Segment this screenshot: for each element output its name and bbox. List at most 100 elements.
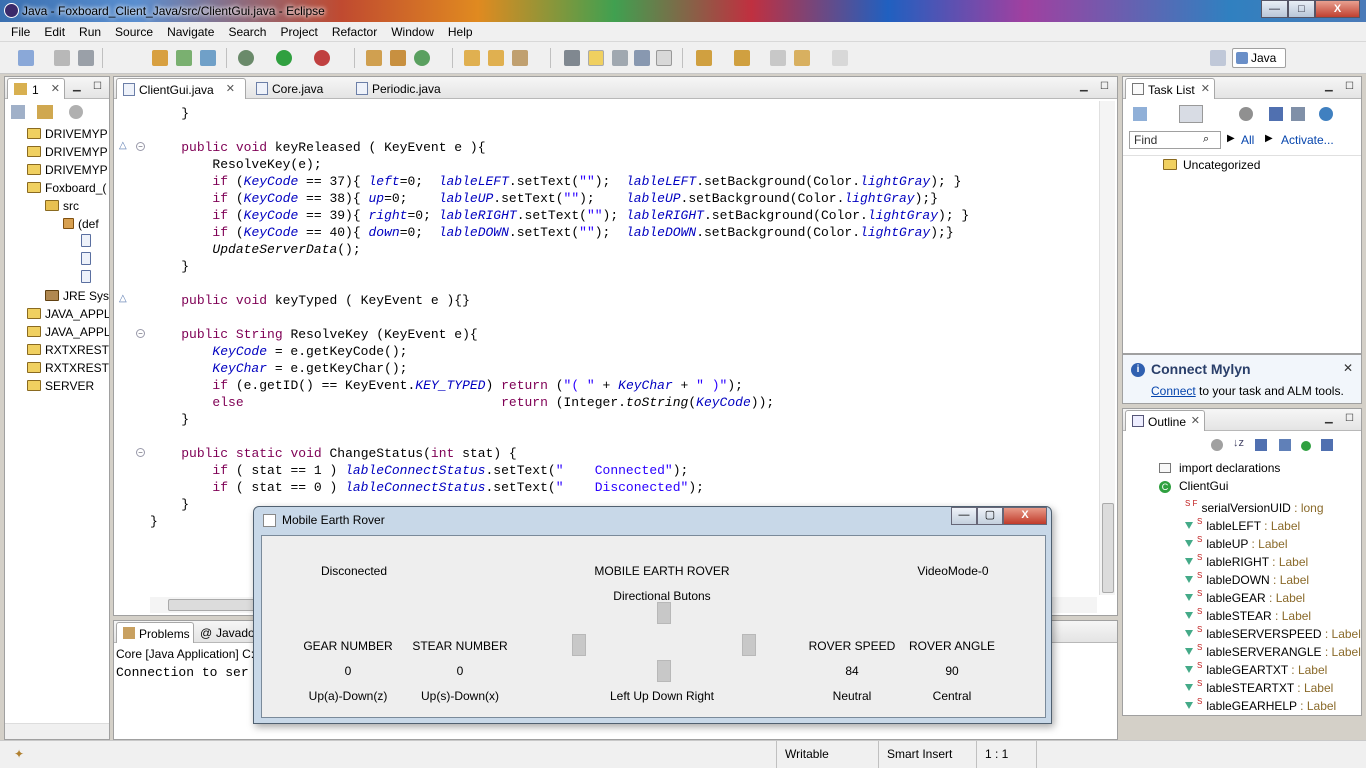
menu-file[interactable]: File — [4, 25, 37, 39]
outline-item[interactable]: SlableGEARTXT : Label — [1185, 657, 1327, 677]
tree-item[interactable]: RXTXREST3 — [27, 359, 109, 377]
minimize-icon[interactable]: ▁ — [1325, 413, 1333, 424]
outline-item[interactable]: SlableRIGHT : Label — [1185, 549, 1308, 569]
right-button[interactable] — [742, 634, 756, 656]
outline-item[interactable]: SlableGEARHELP : Label — [1185, 693, 1336, 713]
highlight-icon[interactable] — [588, 50, 604, 66]
block-selection-icon[interactable] — [634, 50, 650, 66]
tree-item[interactable] — [81, 251, 109, 269]
close-button[interactable]: X — [1003, 507, 1047, 525]
tree-item[interactable]: Foxboard_( — [27, 179, 109, 197]
back-icon[interactable] — [794, 50, 810, 66]
close-icon[interactable]: ✕ — [1201, 82, 1210, 95]
close-icon[interactable]: ✕ — [226, 82, 235, 95]
sync-icon[interactable] — [414, 50, 430, 66]
close-icon[interactable]: ✕ — [1343, 361, 1353, 375]
outline-item[interactable]: SlableUP : Label — [1185, 531, 1288, 551]
new-icon[interactable] — [18, 50, 34, 66]
tree-item[interactable]: (def — [63, 215, 109, 233]
outline-item[interactable]: C ClientGui — [1159, 477, 1228, 495]
tree-item[interactable]: JAVA_APPL — [27, 305, 109, 323]
tree-item[interactable] — [81, 269, 109, 287]
outline-item[interactable]: SlableLEFT : Label — [1185, 513, 1300, 533]
minimize-icon[interactable]: ▁ — [1325, 81, 1333, 92]
outline-item[interactable]: SlableDOWN : Label — [1185, 567, 1309, 587]
menu-source[interactable]: Source — [108, 25, 160, 39]
new-class-icon[interactable] — [200, 50, 216, 66]
open-type-icon[interactable] — [366, 50, 382, 66]
connect-link[interactable]: Connect — [1151, 384, 1196, 398]
tab-task-list[interactable]: Task List ✕ — [1125, 78, 1215, 99]
outline-item[interactable]: import declarations — [1159, 459, 1280, 477]
vertical-scrollbar[interactable] — [1099, 101, 1115, 595]
tab-clientgui[interactable]: ClientGui.java ✕ — [116, 78, 246, 99]
search-icon[interactable] — [564, 50, 580, 66]
tab-package-explorer[interactable]: 1 ✕ — [7, 78, 65, 99]
close-button[interactable]: X — [1315, 0, 1360, 18]
outline-item[interactable]: SlableSERVERANGLE : Label — [1185, 639, 1361, 659]
menu-run[interactable]: Run — [72, 25, 108, 39]
collapse-all-icon[interactable] — [11, 105, 25, 119]
maximize-button[interactable]: □ — [1288, 0, 1315, 18]
outline-item[interactable]: SlableSTEARTXT : Label — [1185, 675, 1333, 695]
menu-window[interactable]: Window — [384, 25, 441, 39]
maximize-icon[interactable]: ☐ — [93, 81, 102, 92]
debug-icon[interactable] — [238, 50, 254, 66]
tab-core[interactable]: Core.java — [250, 78, 350, 99]
prev-annotation-icon[interactable] — [734, 50, 750, 66]
outline-item[interactable]: SlableSERVERSPEED : Label — [1185, 621, 1361, 641]
tree-item[interactable]: DRIVEMYP — [27, 125, 109, 143]
all-link[interactable]: All — [1241, 133, 1254, 147]
fold-icon[interactable]: − — [136, 142, 145, 151]
link-editor-icon[interactable] — [37, 105, 53, 119]
menu-navigate[interactable]: Navigate — [160, 25, 221, 39]
new-project-icon[interactable] — [152, 50, 168, 66]
external-tools-icon[interactable] — [314, 50, 330, 66]
print-icon[interactable] — [78, 50, 94, 66]
maximize-icon[interactable]: ☐ — [1100, 81, 1109, 92]
console-output[interactable]: Connection to ser — [116, 665, 249, 680]
menu-search[interactable]: Search — [221, 25, 273, 39]
outline-item[interactable]: SlableSTEAR : Label — [1185, 603, 1311, 623]
hide-nonpublic-icon[interactable] — [1301, 441, 1311, 451]
fast-view-icon[interactable]: ✦ — [14, 747, 24, 761]
activate-link[interactable]: Activate... — [1281, 133, 1334, 147]
pen-icon[interactable] — [512, 50, 528, 66]
menu-help[interactable]: Help — [441, 25, 480, 39]
menu-edit[interactable]: Edit — [37, 25, 72, 39]
new-task-icon[interactable] — [1133, 107, 1147, 121]
next-annotation-icon[interactable] — [696, 50, 712, 66]
show-whitespace-icon[interactable] — [656, 50, 672, 66]
minimize-button[interactable]: — — [951, 507, 977, 525]
minimize-icon[interactable]: ▁ — [73, 81, 81, 92]
fold-icon[interactable]: − — [136, 329, 145, 338]
tree-item[interactable]: RXTXREST2 — [27, 341, 109, 359]
tree-item[interactable]: JRE Sys — [45, 287, 109, 305]
forward-icon[interactable] — [832, 50, 848, 66]
maximize-button[interactable]: ▢ — [977, 507, 1003, 525]
minimize-icon[interactable]: ▁ — [1080, 81, 1088, 92]
hide-static-icon[interactable] — [1279, 439, 1291, 451]
tree-item[interactable]: DRIVEMYP — [27, 143, 109, 161]
menu-project[interactable]: Project — [273, 25, 324, 39]
collapse-all-icon[interactable] — [1291, 107, 1305, 121]
tree-item[interactable]: SERVER — [27, 377, 109, 395]
down-button[interactable] — [657, 660, 671, 682]
tab-outline[interactable]: Outline ✕ — [1125, 410, 1205, 431]
new-package-icon[interactable] — [176, 50, 192, 66]
up-button[interactable] — [657, 602, 671, 624]
open-file-icon[interactable] — [488, 50, 504, 66]
run-icon[interactable] — [276, 50, 292, 66]
open-folder-icon[interactable] — [464, 50, 480, 66]
filter-icon[interactable] — [1269, 107, 1283, 121]
save-icon[interactable] — [54, 50, 70, 66]
task-category-row[interactable]: Uncategorized — [1123, 155, 1361, 173]
last-edit-icon[interactable] — [770, 50, 786, 66]
tree-item[interactable]: JAVA_APPL — [27, 323, 109, 341]
left-button[interactable] — [572, 634, 586, 656]
open-task-icon[interactable] — [390, 50, 406, 66]
tab-periodic[interactable]: Periodic.java — [350, 78, 460, 99]
java-perspective-button[interactable]: Java — [1232, 48, 1286, 68]
outline-item[interactable]: SlableGEAR : Label — [1185, 585, 1305, 605]
sort-icon[interactable]: ↓z — [1233, 437, 1244, 449]
